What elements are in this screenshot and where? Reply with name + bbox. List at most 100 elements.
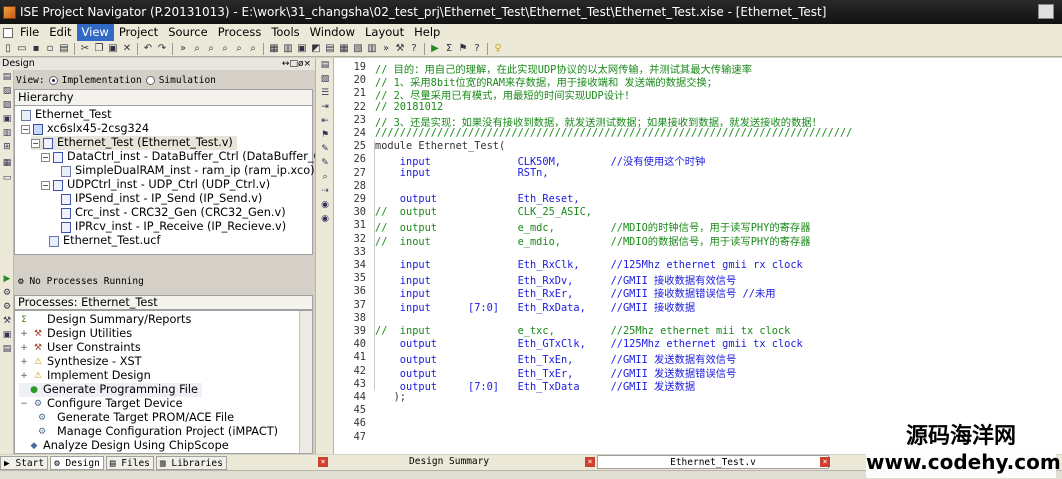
tile-icon[interactable]: ▦ <box>338 43 350 55</box>
tree-item-ram[interactable]: SimpleDualRAM_inst - ram_ip (ram_ip.xco) <box>61 164 315 178</box>
indent-icon[interactable]: ⇥ <box>320 102 330 112</box>
menu-window[interactable]: Window <box>305 24 360 41</box>
new-icon[interactable]: ▯ <box>2 43 14 55</box>
code-line[interactable]: module Ethernet_Test( <box>375 140 505 152</box>
expand-icon[interactable]: + <box>19 371 29 381</box>
undo-icon[interactable]: ↶ <box>142 43 154 55</box>
stop-process-icon[interactable]: ⚒ <box>2 316 12 326</box>
doc-icon[interactable]: ▤ <box>320 60 330 70</box>
menu-view[interactable]: View <box>76 24 114 41</box>
properties-icon[interactable]: ▦ <box>2 158 12 168</box>
tree-item-datactrl[interactable]: − DataCtrl_inst - DataBuffer_Ctrl (DataB… <box>41 150 348 164</box>
menu-source[interactable]: Source <box>163 24 213 41</box>
process-implement[interactable]: + ⚠ Implement Design <box>19 369 151 383</box>
help-icon[interactable]: ? <box>408 43 420 55</box>
process-user-constraints[interactable]: + ⚒ User Constraints <box>19 341 141 355</box>
collapse-icon[interactable]: − <box>31 138 40 148</box>
report-icon[interactable]: ▤ <box>2 344 12 354</box>
save-all-icon[interactable]: ▫ <box>44 43 56 55</box>
add-source-icon[interactable]: ▧ <box>2 86 12 96</box>
close-tab-icon[interactable]: × <box>318 457 328 467</box>
zoom-icon[interactable]: ⌕ <box>247 43 259 55</box>
process-generate-prom[interactable]: ⚙ Generate Target PROM/ACE File <box>37 411 234 425</box>
tree-item-iprcv[interactable]: IPRcv_inst - IP_Receive (IP_Recieve.v) <box>61 220 286 234</box>
stop-icon[interactable]: ◉ <box>320 200 330 210</box>
goto-icon[interactable]: ⇢ <box>320 186 330 196</box>
tab-ethernet-test-v[interactable]: Ethernet_Test.v <box>597 455 829 469</box>
process-synthesize[interactable]: + ⚠ Synthesize - XST <box>19 355 141 369</box>
lightbulb-icon[interactable]: ♀ <box>492 43 504 55</box>
print-icon[interactable]: ▤ <box>58 43 70 55</box>
menu-edit[interactable]: Edit <box>44 24 76 41</box>
list-icon[interactable]: ☰ <box>320 88 330 98</box>
find-prev-icon[interactable]: ⌕ <box>219 43 231 55</box>
layout-icon[interactable]: ▦ <box>268 43 280 55</box>
simulation-label[interactable]: Simulation <box>159 75 216 86</box>
more-icon[interactable]: » <box>177 43 189 55</box>
tree-item-device[interactable]: − xc6slx45-2csg324 <box>21 122 149 136</box>
info-icon[interactable]: ? <box>471 43 483 55</box>
wand-icon[interactable]: ⚒ <box>394 43 406 55</box>
tree-item-project[interactable]: Ethernet_Test <box>21 108 112 122</box>
comment-icon[interactable]: ✎ <box>320 144 330 154</box>
find-icon[interactable]: ⌕ <box>191 43 203 55</box>
cascade-icon[interactable]: ▧ <box>352 43 364 55</box>
minimize-button[interactable] <box>1038 4 1054 19</box>
cut-icon[interactable]: ✂ <box>79 43 91 55</box>
record-icon[interactable]: ◉ <box>320 214 330 224</box>
rerun-all-icon[interactable]: ⚙ <box>2 302 12 312</box>
add-copy-icon[interactable]: ▨ <box>2 100 12 110</box>
open-view-icon[interactable]: ▣ <box>2 330 12 340</box>
uncomment-icon[interactable]: ✎ <box>320 158 330 168</box>
tree-item-crc[interactable]: Crc_inst - CRC32_Gen (CRC32_Gen.v) <box>61 206 286 220</box>
code-line[interactable]: output [7:0] Eth_TxData //GMII 发送数据 <box>375 378 695 393</box>
expand-icon[interactable]: ▭ <box>2 173 12 183</box>
collapse-icon[interactable]: − <box>41 180 50 190</box>
tree-item-ipsend[interactable]: IPSend_inst - IP_Send (IP_Send.v) <box>61 192 262 206</box>
code-editor[interactable]: 19 20 21 22 23 24 25 26 27 28 29 30 31 32 33 34 35 36 37 38… <box>334 58 1062 454</box>
process-design-summary[interactable]: Σ Design Summary/Reports <box>19 313 191 327</box>
run-process-icon[interactable]: ▶ <box>2 274 12 284</box>
find-icon[interactable]: ⌕ <box>320 172 330 182</box>
open-icon[interactable]: ▭ <box>16 43 28 55</box>
expand-icon[interactable]: + <box>19 357 29 367</box>
implementation-radio[interactable] <box>48 75 58 85</box>
tab-files[interactable]: ▤ Files <box>105 455 154 470</box>
process-chipscope[interactable]: ◆ Analyze Design Using ChipScope <box>19 439 229 453</box>
menu-help[interactable]: Help <box>409 24 445 41</box>
bookmark-icon[interactable]: ⚑ <box>320 130 330 140</box>
code-line[interactable]: output Eth_GTxClk, //125Mhz ethernet gmi… <box>375 338 803 350</box>
processes-scrollbar[interactable] <box>299 311 312 453</box>
new-source-icon[interactable]: ▤ <box>2 72 12 82</box>
collapse-icon[interactable]: − <box>21 124 30 134</box>
save-icon[interactable]: ▪ <box>30 43 42 55</box>
rerun-icon[interactable]: ⚙ <box>2 288 12 298</box>
simulation-radio[interactable] <box>145 75 155 85</box>
process-manage-impact[interactable]: ⚙ Manage Configuration Project (iMPACT) <box>37 425 278 439</box>
code-line[interactable]: // inout e_mdio, //MDIO的数据信号，用于读写PHY的寄存器 <box>375 233 811 248</box>
code-line[interactable]: // output CLK_25_ASIC, <box>375 206 592 218</box>
run-icon[interactable]: ▶ <box>429 43 441 55</box>
stop-icon[interactable]: ⚑ <box>457 43 469 55</box>
tab-libraries[interactable]: ▥ Libraries <box>155 455 227 470</box>
copy-icon[interactable]: ❐ <box>93 43 105 55</box>
window-icon[interactable]: ▥ <box>282 43 294 55</box>
paste-icon[interactable]: ▣ <box>107 43 119 55</box>
menu-process[interactable]: Process <box>213 24 267 41</box>
code-line[interactable]: ////////////////////////////////////////… <box>375 127 852 139</box>
panel-icon[interactable]: ▤ <box>324 43 336 55</box>
code-line[interactable]: // input e_txc, //25Mhz ethernet mii tx … <box>375 325 790 337</box>
more-icon[interactable]: » <box>380 43 392 55</box>
tree-item-top-module[interactable]: − Ethernet_Test (Ethernet_Test.v) <box>31 136 237 150</box>
menu-layout[interactable]: Layout <box>360 24 409 41</box>
replace-icon[interactable]: ⌕ <box>233 43 245 55</box>
sigma-icon[interactable]: Σ <box>443 43 455 55</box>
code-line[interactable]: input RSTn, <box>375 167 549 179</box>
outdent-icon[interactable]: ⇤ <box>320 116 330 126</box>
view-html-icon[interactable]: ▣ <box>2 114 12 124</box>
process-configure-target[interactable]: − ⚙ Configure Target Device <box>19 397 182 411</box>
tab-design-summary[interactable]: Design Summary <box>405 455 493 469</box>
split-icon[interactable]: ▥ <box>366 43 378 55</box>
code-line[interactable]: input Eth_RxClk, //125Mhz ethernet gmii … <box>375 259 803 271</box>
menu-tools[interactable]: Tools <box>266 24 304 41</box>
